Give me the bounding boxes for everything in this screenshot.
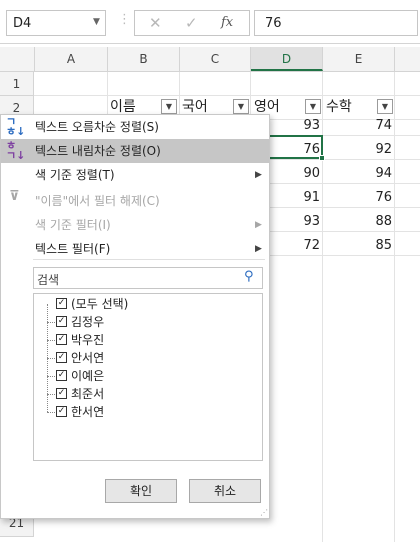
drag-handle-icon[interactable]: ⋮ [118,12,131,27]
cell-D5[interactable]: 90 [270,166,320,181]
sort-ascending-label: 텍스트 오름차순 정렬(S) [35,120,159,134]
text-filter-item[interactable]: 텍스트 필터(F) ▶ [1,237,269,261]
sort-descending-icon: ㅎㄱ↓ [6,139,26,162]
checkbox-checked-icon[interactable]: ✓ [56,298,67,309]
cell-D3[interactable]: 93 [270,118,320,133]
column-header-D[interactable]: D [251,47,323,71]
select-all-corner[interactable] [0,47,35,71]
chevron-right-icon: ▶ [255,220,262,230]
list-item-label: 이예은 [71,369,105,383]
tree-connector [47,358,55,359]
filter-dropdown-button[interactable]: ▼ [305,99,321,114]
cell-E5[interactable]: 94 [340,166,392,181]
cell-E7[interactable]: 88 [340,214,392,229]
search-placeholder: 검색 [37,273,60,287]
ok-button[interactable]: 확인 [105,479,177,503]
header-cell-math[interactable]: 수학 [326,96,352,116]
header-cell-name[interactable]: 이름 [110,96,136,116]
autofilter-menu: ㄱㅎ↓ 텍스트 오름차순 정렬(S) ㅎㄱ↓ 텍스트 내림차순 정렬(O) 색 … [0,114,270,519]
list-item-label: 최준서 [71,387,105,401]
checkbox-checked-icon[interactable]: ✓ [56,388,67,399]
column-header-bar: A B C D E [0,47,420,72]
clear-filter-icon: ⊽ [9,189,20,204]
filter-by-color-item: 색 기준 필터(I) ▶ [1,213,269,237]
cell-E8[interactable]: 85 [340,238,392,253]
cell-E3[interactable]: 74 [340,118,392,133]
column-header-B[interactable]: B [108,47,180,71]
list-item-label: 김정우 [71,315,105,329]
name-box[interactable]: D4 ▼ [6,10,106,36]
column-header-A[interactable]: A [35,47,108,71]
gridline [394,72,395,542]
gridline [107,72,108,119]
cell-E4[interactable]: 92 [340,142,392,157]
checkbox-checked-icon[interactable]: ✓ [56,406,67,417]
search-icon: ⚲ [244,269,254,284]
formula-bar: D4 ▼ ⋮ ✕ ✓ fx 76 [0,0,420,44]
list-item-label: (모두 선택) [71,297,129,311]
header-cell-korean[interactable]: 국어 [182,96,208,116]
fill-handle[interactable] [319,155,325,161]
checkbox-checked-icon[interactable]: ✓ [56,352,67,363]
filter-value-list[interactable]: ✓ (모두 선택) ✓ 김정우 ✓ 박우진 ✓ 안서연 ✓ 이예은 ✓ 최준서 … [33,293,263,461]
clear-filter-item: ⊽ "이름"에서 필터 해제(C) [1,189,269,213]
search-input[interactable]: 검색 ⚲ [33,267,263,289]
gridline [250,72,251,119]
header-cell-english[interactable]: 영어 [254,96,280,116]
resize-grip-icon[interactable]: ⋰ [260,508,268,517]
menu-divider [33,259,265,260]
filter-dropdown-button[interactable]: ▼ [377,99,393,114]
name-box-value: D4 [13,16,32,31]
tree-connector [47,340,55,341]
cancel-button[interactable]: 취소 [189,479,261,503]
gridline [270,183,420,184]
gridline [270,159,420,160]
chevron-down-icon[interactable]: ▼ [93,17,100,27]
column-header-C[interactable]: C [180,47,251,71]
formula-buttons: ✕ ✓ fx [134,10,250,36]
checkbox-checked-icon[interactable]: ✓ [56,334,67,345]
filter-dropdown-button[interactable]: ▼ [161,99,177,114]
sort-ascending-icon: ㄱㅎ↓ [6,115,26,138]
formula-input[interactable]: 76 [254,10,418,36]
text-filter-label: 텍스트 필터(F) [35,242,111,256]
row-header-1[interactable]: 1 [0,72,34,96]
sort-descending-label: 텍스트 내림차순 정렬(O) [35,144,161,158]
sort-by-color-item[interactable]: 색 기준 정렬(T) ▶ [1,163,269,187]
column-header-E[interactable]: E [323,47,395,71]
sort-ascending-item[interactable]: ㄱㅎ↓ 텍스트 오름차순 정렬(S) [1,115,269,139]
list-item-label: 한서연 [71,405,105,419]
chevron-right-icon: ▶ [255,170,262,180]
chevron-right-icon: ▶ [255,244,262,254]
filter-dropdown-button[interactable]: ▼ [233,99,249,114]
gridline [270,207,420,208]
tree-connector [47,412,55,413]
checkbox-checked-icon[interactable]: ✓ [56,316,67,327]
filter-by-color-label: 색 기준 필터(I) [35,218,111,232]
gridline [270,231,420,232]
cell-D8[interactable]: 72 [270,238,320,253]
tree-connector [47,394,55,395]
list-item-label: 박우진 [71,333,105,347]
tree-connector [47,376,55,377]
formula-value: 76 [265,16,282,31]
gridline [34,95,420,96]
list-item-label: 안서연 [71,351,105,365]
tree-connector [47,322,55,323]
sort-by-color-label: 색 기준 정렬(T) [35,168,115,182]
clear-filter-label: "이름"에서 필터 해제(C) [35,194,160,208]
check-icon[interactable]: ✓ [185,14,198,32]
checkbox-checked-icon[interactable]: ✓ [56,370,67,381]
gridline [179,72,180,119]
cell-D7[interactable]: 93 [270,214,320,229]
insert-function-icon[interactable]: fx [221,15,233,30]
sort-descending-item[interactable]: ㅎㄱ↓ 텍스트 내림차순 정렬(O) [1,139,269,163]
gridline [270,255,420,256]
close-icon[interactable]: ✕ [149,14,162,32]
cell-D6[interactable]: 91 [270,190,320,205]
cell-E6[interactable]: 76 [340,190,392,205]
